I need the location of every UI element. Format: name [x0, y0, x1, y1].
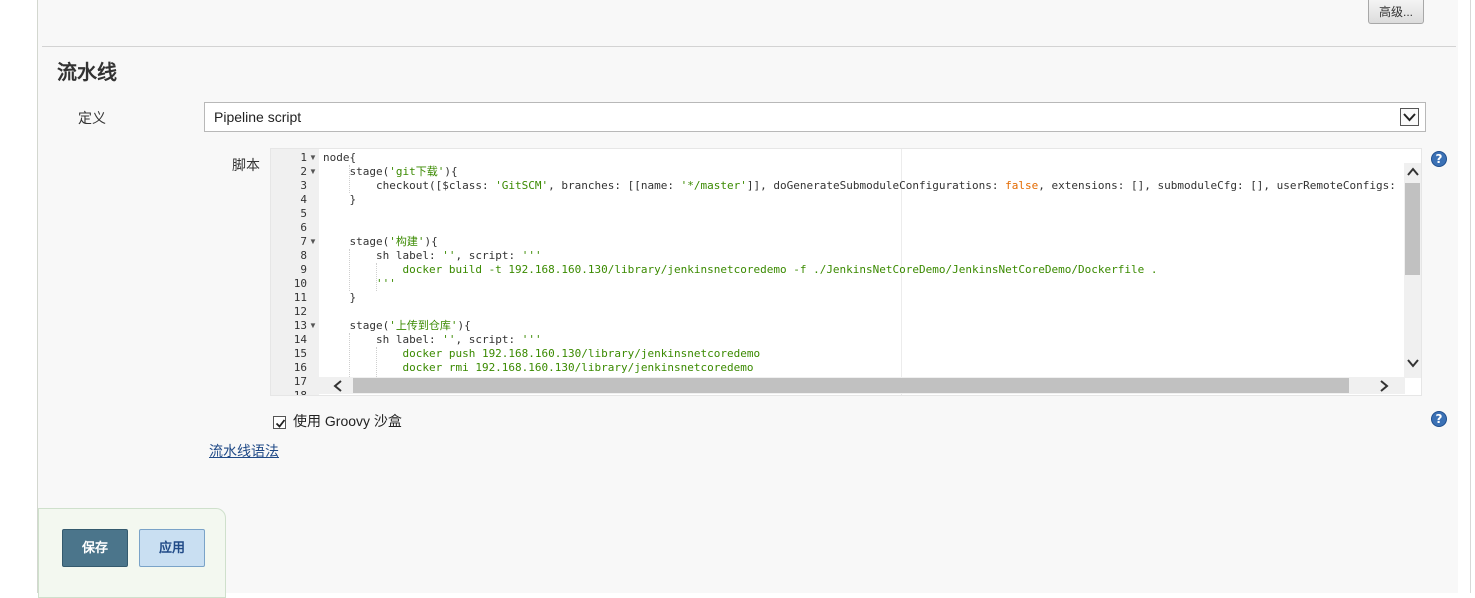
line-number: 2	[300, 165, 307, 178]
script-label: 脚本	[232, 157, 260, 173]
chevron-down-icon[interactable]	[1400, 108, 1419, 126]
code-token: docker push 192.168.160.130/library/jenk…	[323, 347, 761, 360]
line-number: 8	[300, 249, 307, 262]
code-token: , script:	[455, 249, 522, 262]
code-line: '''	[323, 277, 396, 291]
line-number: 12	[293, 305, 307, 318]
section-title: 流水线	[57, 62, 117, 84]
line-number-gutter: 1 ▼ 2 ▼ 3 4 5 6 7 ▼ 8 9 10 11 12 13 ▼ 14 15 16 17 18	[271, 149, 319, 395]
code-token: node{	[323, 151, 357, 164]
code-line: sh label: '', script: '''	[323, 249, 542, 263]
indent-guide	[376, 263, 377, 291]
code-line: stage('构建'){	[323, 235, 438, 249]
code-line: stage('上传到仓库'){	[323, 319, 471, 333]
apply-button[interactable]: 应用	[139, 529, 205, 567]
code-token: false	[1005, 179, 1039, 192]
code-line: docker build -t 192.168.160.130/library/…	[323, 263, 1157, 277]
code-token: stage(	[323, 319, 390, 332]
code-line: node{	[323, 151, 356, 165]
code-token: '''	[323, 277, 396, 290]
code-line: docker rmi 192.168.160.130/library/jenki…	[323, 361, 753, 375]
code-token: '上传到仓库'	[389, 319, 458, 332]
code-token: }	[323, 291, 357, 304]
groovy-sandbox-checkbox[interactable]	[273, 416, 286, 429]
line-number: 4	[300, 193, 307, 206]
line-number: 13	[293, 319, 307, 332]
code-token: ]], doGenerateSubmoduleConfigurations:	[746, 179, 1006, 192]
code-token: ){	[424, 235, 438, 248]
code-token: , extensions: [], submoduleCfg: [], user…	[1038, 179, 1403, 192]
indent-guide	[349, 249, 350, 291]
definition-label: 定义	[78, 110, 106, 126]
code-token: '''	[521, 249, 542, 262]
code-token: docker build -t 192.168.160.130/library/…	[323, 263, 1158, 276]
code-token: docker rmi 192.168.160.130/library/jenki…	[323, 361, 754, 374]
code-token: '构建'	[389, 235, 425, 248]
indent-guide	[349, 165, 350, 193]
line-number: 6	[300, 221, 307, 234]
line-number: 7	[300, 235, 307, 248]
line-number: 18	[293, 389, 307, 396]
code-token: , branches: [[name:	[548, 179, 681, 192]
code-token: ''	[442, 249, 456, 262]
pipeline-syntax-link[interactable]: 流水线语法	[209, 441, 279, 461]
line-number: 9	[300, 263, 307, 276]
advanced-button[interactable]: 高级...	[1368, 0, 1424, 24]
scroll-right-icon[interactable]	[1377, 379, 1391, 393]
section-divider	[42, 46, 1456, 47]
vertical-scrollbar[interactable]	[1404, 163, 1421, 378]
horizontal-scroll-thumb[interactable]	[353, 378, 1349, 393]
code-token: , script:	[455, 333, 522, 346]
code-token: stage(	[323, 165, 390, 178]
code-token: sh label:	[323, 249, 443, 262]
code-line: docker push 192.168.160.130/library/jenk…	[323, 347, 760, 361]
save-button[interactable]: 保存	[62, 529, 128, 567]
definition-select[interactable]: Pipeline script	[204, 102, 1426, 132]
code-token: }	[323, 193, 357, 206]
groovy-sandbox-label: 使用 Groovy 沙盒	[293, 413, 402, 429]
code-line: sh label: '', script: '''	[323, 333, 542, 347]
fold-toggle-icon[interactable]: ▼	[309, 151, 317, 165]
code-line: stage('git下载'){	[323, 165, 458, 179]
help-icon[interactable]: ?	[1431, 411, 1447, 427]
line-number: 17	[293, 375, 307, 388]
code-token: ){	[457, 319, 471, 332]
scroll-left-icon[interactable]	[331, 379, 345, 393]
line-number: 11	[293, 291, 307, 304]
code-line: }	[323, 291, 356, 305]
line-number: 10	[293, 277, 307, 290]
fold-toggle-icon[interactable]: ▼	[309, 235, 317, 249]
code-token: stage(	[323, 235, 390, 248]
definition-selected-value: Pipeline script	[214, 109, 302, 125]
horizontal-scrollbar[interactable]	[319, 377, 1405, 394]
code-token: ){	[444, 165, 458, 178]
line-number: 3	[300, 179, 307, 192]
scroll-up-icon[interactable]	[1406, 165, 1420, 179]
code-line: }	[323, 193, 356, 207]
fold-toggle-icon[interactable]: ▼	[309, 165, 317, 179]
code-line: checkout([$class: 'GitSCM', branches: [[…	[323, 179, 1403, 193]
code-token: '''	[521, 333, 542, 346]
script-editor[interactable]: 1 ▼ 2 ▼ 3 4 5 6 7 ▼ 8 9 10 11 12 13 ▼ 14 15 16 17 18 node{ st…	[270, 148, 1422, 396]
code-token: ''	[442, 333, 456, 346]
help-icon[interactable]: ?	[1431, 151, 1447, 167]
line-number: 5	[300, 207, 307, 220]
line-number: 14	[293, 333, 307, 346]
code-token: sh label:	[323, 333, 443, 346]
scroll-down-icon[interactable]	[1406, 356, 1420, 370]
line-number: 15	[293, 347, 307, 360]
line-number: 16	[293, 361, 307, 374]
code-token: 'GitSCM'	[495, 179, 549, 192]
code-area[interactable]: node{ stage('git下载'){ checkout([$class: …	[321, 149, 1403, 395]
code-token: '*/master'	[680, 179, 747, 192]
fold-toggle-icon[interactable]: ▼	[309, 319, 317, 333]
left-rail	[0, 0, 38, 593]
code-token: 'git下载'	[389, 165, 445, 178]
right-rail	[1470, 0, 1471, 593]
line-number: 1	[300, 151, 307, 164]
vertical-scroll-thumb[interactable]	[1405, 183, 1420, 275]
